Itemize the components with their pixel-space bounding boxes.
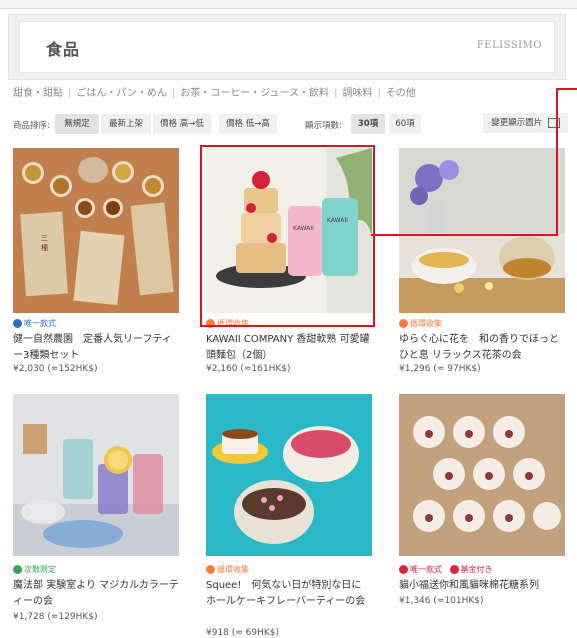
- tag-badge: 次數限定: [13, 564, 56, 575]
- divider: |: [334, 88, 338, 99]
- category-link[interactable]: 調味料: [342, 84, 372, 99]
- product-tags: 唯一款式: [13, 318, 61, 329]
- category-link[interactable]: その他: [386, 84, 416, 99]
- category-link[interactable]: 甜食・甜點: [13, 84, 63, 99]
- product-price: ¥2,030 (≈152HK$): [13, 364, 98, 374]
- category-header: 食品 FELISSIMO: [8, 14, 566, 80]
- divider: |: [377, 88, 381, 99]
- count-label: 顯示項數:: [305, 121, 342, 131]
- brand-logo: FELISSIMO: [476, 40, 542, 51]
- product-tags: 次數限定: [13, 564, 61, 575]
- product-image[interactable]: [399, 148, 565, 313]
- annotation-line: [556, 88, 558, 235]
- flower-icon: [449, 565, 459, 574]
- sort-label: 商品排序:: [13, 121, 50, 131]
- product-tags: 循環收集: [206, 564, 254, 575]
- product-image[interactable]: [206, 394, 372, 559]
- category-link[interactable]: お茶・コーヒー・ジュース・飲料: [180, 84, 329, 99]
- product-price: ¥2,160 (≈161HK$): [206, 364, 291, 374]
- product-name[interactable]: 健一自然農園 定番人気リーフティー3種類セット: [13, 332, 179, 364]
- product-name[interactable]: Squee! 何気ない日が特別な日に ホールケーキフレーバーティーの会: [206, 578, 372, 610]
- browser-top-strip: [0, 0, 577, 9]
- product-price: ¥1,728 (≈129HK$): [13, 612, 98, 622]
- product-name[interactable]: 魔法部 実験室より マジカルカラーティーの会: [13, 578, 179, 610]
- sort-option-price-asc[interactable]: 價格 低→高: [219, 114, 277, 134]
- tag-label: 循環收集: [410, 319, 442, 328]
- tag-label: 唯一款式: [410, 565, 442, 574]
- tag-label: 唯一款式: [24, 319, 56, 328]
- badge-icon: [399, 319, 408, 328]
- page-title: 食品: [46, 40, 81, 59]
- product-image[interactable]: [399, 394, 565, 559]
- category-link[interactable]: ごはん・パン・めん: [76, 84, 167, 99]
- svg-text:種: 種: [41, 244, 48, 252]
- product-price: ¥1,296 (≈ 97HK$): [399, 364, 481, 374]
- sort-option-price-desc[interactable]: 價格 高→低: [153, 114, 211, 134]
- product-price: ¥918 (≈ 69HK$): [206, 628, 280, 638]
- tag-badge: 唯一款式: [399, 564, 442, 575]
- image-icon: [548, 117, 560, 128]
- tag-badge: 唯一款式: [13, 318, 56, 329]
- product-tags: 唯一款式 基金付き: [399, 564, 498, 575]
- category-header-inner: 食品 FELISSIMO: [19, 21, 555, 73]
- category-links: 甜食・甜點 | ごはん・パン・めん | お茶・コーヒー・ジュース・飲料 | 調味料 | その他: [13, 84, 416, 99]
- tag-label: 次數限定: [24, 565, 56, 574]
- sort-option-newest[interactable]: 最新上架: [101, 114, 151, 134]
- count-option-60[interactable]: 60項: [389, 114, 421, 134]
- tag-badge: 基金付き: [449, 564, 493, 575]
- product-image[interactable]: 三 種: [13, 148, 179, 313]
- highlight-box: [200, 145, 375, 327]
- product-name[interactable]: KAWAII COMPANY 香甜軟熟 可愛罐頭麵包（2個）: [206, 332, 372, 364]
- badge-icon: [399, 565, 408, 574]
- divider: |: [171, 88, 176, 99]
- annotation-line: [371, 234, 558, 236]
- badge-icon: [206, 565, 215, 574]
- sort-option-default[interactable]: 無規定: [55, 114, 99, 134]
- badge-icon: [13, 319, 22, 328]
- tag-label: 基金付き: [460, 565, 493, 574]
- svg-text:三: 三: [41, 234, 48, 242]
- product-tags: 循環收集: [399, 318, 447, 329]
- change-view-label: 變更顯示圖片: [491, 118, 543, 128]
- count-option-30[interactable]: 30項: [351, 114, 385, 134]
- badge-icon: [13, 565, 22, 574]
- tag-badge: 循環收集: [206, 564, 249, 575]
- tag-badge: 循環收集: [399, 318, 442, 329]
- product-name[interactable]: 貓小福送你和風貓咪棉花糖系列: [399, 578, 565, 594]
- annotation-line: [556, 88, 577, 90]
- product-price: ¥1,346 (≈101HK$): [399, 596, 484, 606]
- divider: |: [68, 88, 72, 99]
- tag-label: 循環收集: [217, 565, 249, 574]
- product-name[interactable]: ゆらぐ心に花を 和の香りでほっとひと息 リラックス花茶の会: [399, 332, 565, 364]
- product-image[interactable]: [13, 394, 179, 559]
